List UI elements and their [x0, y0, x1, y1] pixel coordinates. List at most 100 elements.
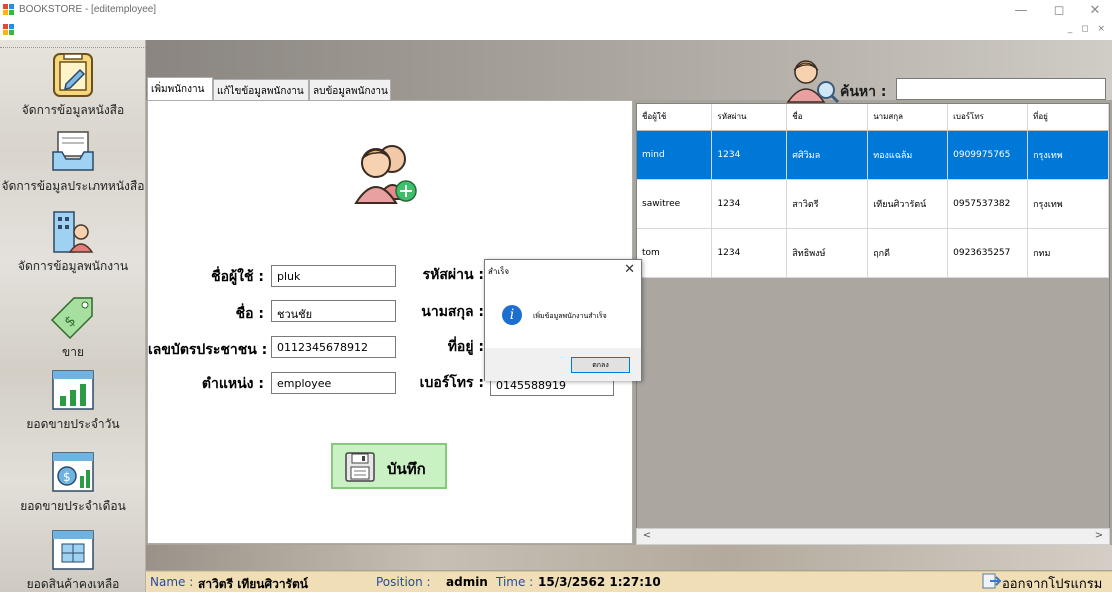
horizontal-scrollbar[interactable]: < >: [636, 528, 1110, 545]
tab-add-employee[interactable]: เพิ่มพนักงาน: [147, 77, 213, 101]
mdi-menu-bar: _ ◻ ×: [0, 22, 1112, 40]
table-row[interactable]: mind 1234 ศศิวิมล ทองแฉล้ม 0909975765 กร…: [637, 130, 1109, 180]
sidebar-item-label: ยอดขายประจำเดือน: [20, 499, 126, 513]
idcard-field[interactable]: 0112345678912: [271, 336, 396, 358]
title-bar: BOOKSTORE - [editemployee] — ◻ ✕: [0, 0, 1112, 22]
scroll-right-icon[interactable]: >: [1091, 530, 1107, 544]
exit-button-label: ออกจากโปรแกรม: [1002, 577, 1103, 592]
table-row[interactable]: sawitree 1234 สาวิตรี เทียนศิวารัตน์ 095…: [637, 179, 1109, 229]
username-field[interactable]: pluk: [271, 265, 396, 287]
search-input[interactable]: [896, 78, 1106, 100]
position-label: ตำแหน่ง :: [201, 376, 264, 392]
ok-button[interactable]: ตกลง: [571, 357, 630, 373]
background-strip: [146, 545, 1112, 570]
column-header[interactable]: เบอร์โทร: [947, 104, 1029, 131]
column-header[interactable]: นามสกุล: [867, 104, 949, 131]
sidebar-item-books[interactable]: จัดการข้อมูลหนังสือ: [0, 52, 146, 120]
sidebar-item-book-types[interactable]: จัดการข้อมูลประเภทหนังสือ: [0, 128, 146, 196]
scroll-left-icon[interactable]: <: [639, 530, 655, 544]
sidebar-item-daily-sales[interactable]: ยอดขายประจำวัน: [0, 366, 146, 434]
idcard-label: เลขบัตรประชาชน :: [148, 342, 268, 358]
table-cell[interactable]: 0923635257: [947, 228, 1029, 278]
maximize-button[interactable]: ◻: [1044, 2, 1074, 20]
inbox-tray-icon: [52, 131, 94, 171]
firstname-label: ชื่อ :: [235, 306, 264, 322]
column-header[interactable]: รหัสผ่าน: [711, 104, 788, 131]
save-button[interactable]: บันทึก: [331, 443, 447, 489]
tab-delete-employee[interactable]: ลบข้อมูลพนักงาน: [309, 79, 391, 101]
table-cell[interactable]: กทม: [1027, 228, 1109, 278]
table-cell[interactable]: ฤกดี: [867, 228, 949, 278]
table-cell[interactable]: สิทธิพงษ์: [786, 228, 869, 278]
employee-grid[interactable]: ชื่อผู้ใช้ รหัสผ่าน ชื่อ นามสกุล เบอร์โท…: [636, 103, 1110, 544]
mdi-window-controls[interactable]: _ ◻ ×: [1068, 24, 1108, 34]
table-cell[interactable]: 1234: [711, 179, 788, 229]
table-cell[interactable]: เทียนศิวารัตน์: [867, 179, 949, 229]
app-icon: [3, 4, 14, 15]
username-label: ชื่อผู้ใช้ :: [211, 269, 264, 285]
close-button[interactable]: ✕: [1080, 2, 1110, 20]
sidebar-item-label: ขาย: [62, 345, 84, 359]
sidebar-item-employees[interactable]: จัดการข้อมูลพนักงาน: [0, 208, 146, 276]
add-user-icon: [354, 145, 417, 204]
sidebar-item-monthly-sales[interactable]: $ ยอดขายประจำเดือน: [0, 448, 146, 516]
success-dialog: สำเร็จ ✕ i เพิ่มข้อมูลพนักงานสำเร็จ ตกลง: [484, 259, 642, 381]
status-position-label: Position :: [376, 575, 431, 589]
price-tag-icon: $: [50, 297, 93, 340]
table-cell[interactable]: mind: [637, 130, 713, 180]
position-field[interactable]: employee: [271, 372, 396, 394]
svg-text:$: $: [63, 470, 71, 484]
sidebar-item-inventory[interactable]: ยอดสินค้าคงเหลือ: [0, 526, 146, 594]
table-header-row: ชื่อผู้ใช้ รหัสผ่าน ชื่อ นามสกุล เบอร์โท…: [637, 104, 1109, 131]
window-title: BOOKSTORE - [editemployee]: [19, 4, 157, 15]
phone-label: เบอร์โทร :: [419, 375, 484, 391]
table-cell[interactable]: 1234: [711, 228, 788, 278]
table-cell[interactable]: ทองแฉล้ม: [867, 130, 949, 180]
status-time-value: 15/3/2562 1:27:10: [538, 575, 661, 589]
table-cell[interactable]: สาวิตรี: [786, 179, 869, 229]
daily-chart-icon: [52, 370, 94, 410]
tab-edit-employee[interactable]: แก้ไขข้อมูลพนักงาน: [213, 79, 309, 101]
floppy-disk-icon: [345, 452, 375, 482]
info-icon: i: [502, 305, 522, 325]
table-cell[interactable]: กรุงเทพ: [1027, 130, 1109, 180]
sidebar-item-label: จัดการข้อมูลหนังสือ: [21, 103, 125, 117]
password-label: รหัสผ่าน :: [422, 267, 484, 283]
column-header[interactable]: ที่อยู่: [1027, 104, 1109, 131]
status-name-label: Name :: [150, 575, 194, 589]
minimize-button[interactable]: —: [1006, 2, 1036, 20]
dialog-close-icon[interactable]: ✕: [624, 262, 635, 277]
dialog-title: สำเร็จ: [488, 267, 510, 276]
firstname-field[interactable]: ชวนชัย: [271, 300, 396, 322]
table-cell[interactable]: 0957537382: [947, 179, 1029, 229]
dialog-message: เพิ่มข้อมูลพนักงานสำเร็จ: [533, 312, 607, 320]
inventory-calendar-icon: [52, 530, 94, 570]
sidebar-divider: [0, 40, 146, 48]
status-position-value: admin: [446, 575, 488, 589]
table-cell[interactable]: กรุงเทพ: [1027, 179, 1109, 229]
sidebar-item-label: จัดการข้อมูลประเภทหนังสือ: [1, 179, 145, 193]
table-cell[interactable]: 1234: [711, 130, 788, 180]
search-user-icon: [786, 60, 840, 104]
status-time-label: Time :: [496, 575, 534, 589]
status-name-value: สาวิตรี เทียนศิวารัตน์: [198, 577, 308, 591]
table-cell[interactable]: ศศิวิมล: [786, 130, 869, 180]
sidebar-item-label: จัดการข้อมูลพนักงาน: [17, 259, 129, 273]
sidebar-item-sell[interactable]: $ ขาย: [0, 294, 146, 362]
employee-building-icon: [53, 211, 94, 253]
dialog-footer: ตกลง: [485, 348, 641, 381]
column-header[interactable]: ชื่อผู้ใช้: [637, 104, 713, 131]
address-label: ที่อยู่ :: [447, 339, 484, 355]
table-cell[interactable]: 0909975765: [947, 130, 1029, 180]
table-cell[interactable]: tom: [637, 228, 713, 278]
book-edit-icon: [53, 53, 93, 97]
sidebar: จัดการข้อมูลหนังสือ จัดการข้อมูลประเภทหน…: [0, 40, 146, 592]
table-cell[interactable]: sawitree: [637, 179, 713, 229]
monthly-money-icon: $: [52, 452, 94, 492]
table-row[interactable]: tom 1234 สิทธิพงษ์ ฤกดี 0923635257 กทม: [637, 228, 1109, 278]
mdi-child-icon[interactable]: [3, 24, 15, 36]
lastname-label: นามสกุล :: [421, 304, 484, 320]
column-header[interactable]: ชื่อ: [786, 104, 869, 131]
employee-table: ชื่อผู้ใช้ รหัสผ่าน ชื่อ นามสกุล เบอร์โท…: [637, 104, 1109, 278]
sidebar-item-label: ยอดขายประจำวัน: [26, 417, 120, 431]
